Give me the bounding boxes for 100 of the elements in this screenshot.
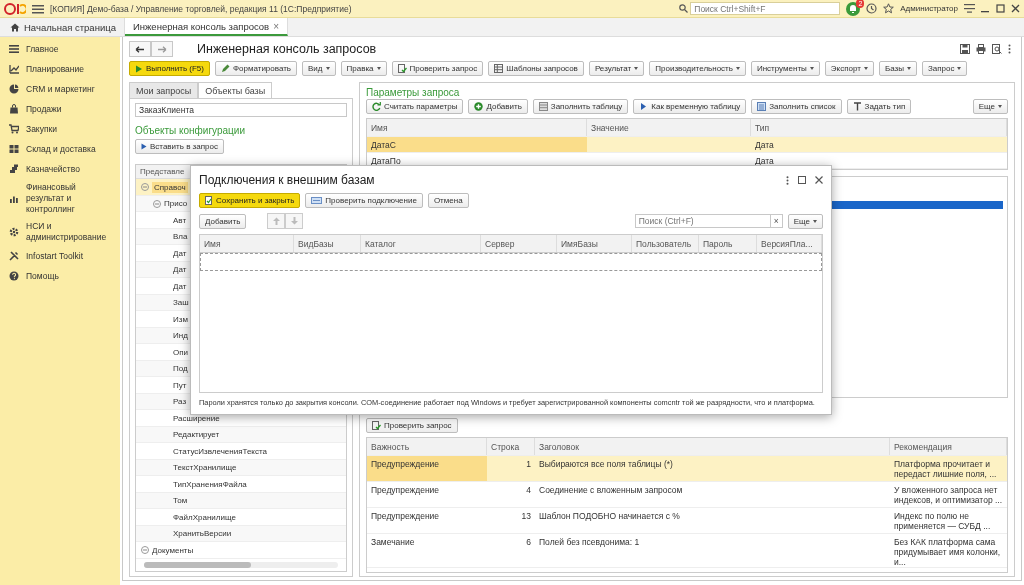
sidebar-item[interactable]: НСИ и администрирование: [0, 218, 120, 246]
table-row[interactable]: Предупреждение 1 Выбираются все поля таблицы (*) Платформа прочитает и передаст лишние поля, ...: [367, 456, 1007, 482]
sidebar-item[interactable]: Помощь: [0, 266, 120, 286]
item-label: Главное: [26, 43, 59, 55]
back-button[interactable]: [129, 41, 151, 57]
toolbar-button[interactable]: Добавить: [468, 99, 528, 114]
toolbar-button[interactable]: Вид: [302, 61, 336, 76]
table-row[interactable]: Предупреждение 13 Шаблон ПОДОБНО начинается с % Индекс по полю не применяется — СУБД ...: [367, 508, 1007, 534]
list-icon: [757, 102, 767, 111]
item-label: Финансовый результат и контроллинг: [26, 182, 77, 215]
sidebar-item[interactable]: CRM и маркетинг: [0, 79, 120, 99]
panel-tab[interactable]: Объекты базы: [198, 82, 273, 98]
node-label: Инд: [173, 331, 188, 341]
more-icon[interactable]: [786, 175, 789, 185]
toolbar-button[interactable]: Считать параметры: [366, 99, 464, 114]
tree-row[interactable]: ТипХраненияФайла: [136, 476, 346, 493]
document-check-icon: [372, 421, 381, 430]
table-cell-text: Дата: [754, 154, 775, 168]
sidebar-item[interactable]: Финансовый результат и контроллинг: [0, 179, 120, 218]
maximize-icon[interactable]: [996, 4, 1005, 13]
node-label: Редактирует: [173, 430, 220, 440]
dialog-button[interactable]: Сохранить и закрыть: [199, 193, 301, 208]
table-row[interactable]: ДатаС Дата: [367, 137, 1007, 153]
toolbar-button[interactable]: Задать тип: [846, 99, 912, 114]
item-label: Казначейство: [26, 163, 80, 175]
sidebar-item[interactable]: Казначейство: [0, 159, 120, 179]
home-icon: [10, 22, 20, 32]
tree-row[interactable]: СтатусИзвлеченияТекста: [136, 443, 346, 460]
toolbar-button[interactable]: Заполнить список: [751, 99, 842, 114]
toolbar-button[interactable]: Шаблоны запросов: [488, 61, 584, 76]
column-header: Пользователь: [632, 235, 699, 252]
sidebar-item[interactable]: Склад и доставка: [0, 139, 120, 159]
maximize-icon[interactable]: [798, 176, 806, 184]
tab-label: Начальная страница: [24, 21, 116, 33]
caret-icon: [634, 67, 639, 70]
toolbar-button[interactable]: Производительность: [649, 61, 746, 76]
scrollbar[interactable]: [144, 561, 338, 568]
user-name[interactable]: Администратор: [900, 4, 958, 13]
toolbar-button[interactable]: Базы: [878, 61, 917, 76]
clear-icon[interactable]: ×: [770, 214, 783, 228]
table-cell-text: Полей без псевдонима: 1: [538, 536, 641, 549]
toolbar-button[interactable]: Форматировать: [214, 61, 298, 76]
sidebar-item[interactable]: Главное: [0, 39, 120, 59]
more-button[interactable]: Еще: [787, 213, 823, 229]
dialog-button[interactable]: Отмена: [427, 193, 469, 208]
more-button[interactable]: Еще: [972, 99, 1008, 114]
toolbar-button[interactable]: Проверить запрос: [391, 61, 484, 76]
toolbar-button[interactable]: Инструменты: [750, 61, 820, 76]
close-icon[interactable]: [1011, 4, 1020, 13]
column-header: Тип: [751, 119, 1007, 136]
toolbar-button[interactable]: Как временную таблицу: [633, 99, 747, 114]
add-button[interactable]: Добавить: [199, 213, 247, 229]
section-heading: Параметры запроса: [366, 87, 461, 98]
sidebar-item[interactable]: Планирование: [0, 59, 120, 79]
preview-icon[interactable]: [992, 44, 1002, 54]
insert-button[interactable]: Вставить в запрос: [135, 139, 224, 154]
menu-icon[interactable]: [32, 3, 44, 14]
close-icon[interactable]: [815, 176, 823, 184]
search-field[interactable]: ЗаказКлиента: [135, 103, 347, 117]
more-icon[interactable]: [1008, 44, 1011, 54]
history-icon[interactable]: [866, 3, 878, 14]
node-label: Вла: [173, 232, 188, 242]
search-field[interactable]: Поиск (Ctrl+F): [634, 214, 771, 228]
print-icon[interactable]: [976, 44, 986, 54]
table-cell-text: Предупреждение: [370, 484, 441, 497]
node-label: Дат: [173, 265, 187, 275]
stack-icon: [9, 164, 19, 174]
sidebar-item[interactable]: Закупки: [0, 119, 120, 139]
item-label: Планирование: [26, 63, 84, 75]
page-tab[interactable]: Инженерная консоль запросов ×: [124, 18, 288, 36]
node-label: Дат: [173, 281, 187, 291]
sidebar-item[interactable]: Infostart Toolkit: [0, 246, 120, 266]
table-cell: ДатаС: [367, 137, 587, 152]
toolbar-button[interactable]: Запрос: [921, 61, 968, 76]
tree-row[interactable]: ФайлХранилище: [136, 509, 346, 526]
close-icon[interactable]: ×: [273, 20, 279, 32]
table-cell-text: У вложенного запроса нет индексов, и оптимизатор ...: [893, 484, 1004, 507]
panel-tab[interactable]: Мои запросы: [129, 82, 199, 98]
toolbar-button[interactable]: Заполнить таблицу: [532, 99, 629, 114]
toolbar-button[interactable]: Результат: [588, 61, 645, 76]
check-button[interactable]: Проверить запрос: [366, 418, 458, 433]
tree-row[interactable]: Документы: [136, 542, 346, 559]
play-icon: [141, 143, 147, 150]
settings-lines-icon[interactable]: [964, 4, 975, 13]
toolbar-button[interactable]: Выполнить (F5): [129, 61, 210, 76]
dialog-button[interactable]: Проверить подключение: [305, 193, 423, 208]
bell-icon[interactable]: [846, 1, 861, 16]
table-row[interactable]: Предупреждение 4 Соединение с вложенным запросом У вложенного запроса нет индексов, и оптимизатор ...: [367, 482, 1007, 508]
toolbar-button[interactable]: Правка: [340, 61, 387, 76]
save-icon[interactable]: [960, 44, 970, 54]
item-label: Продажи: [26, 103, 62, 115]
chart-icon: [9, 64, 19, 74]
tab-label: Инженерная консоль запросов: [132, 20, 270, 32]
table-row[interactable]: Замечание 6 Полей без псевдонима: 1 Без КАК платформа сама придумывает имя колонки, и...: [367, 534, 1007, 568]
empty-row[interactable]: [200, 253, 822, 271]
toolbar-button[interactable]: Экспорт: [824, 61, 874, 76]
search-field[interactable]: Поиск Ctrl+Shift+F: [690, 2, 841, 15]
star-icon[interactable]: [883, 3, 895, 14]
caret-icon: [998, 105, 1002, 108]
sidebar-item[interactable]: Продажи: [0, 99, 120, 119]
